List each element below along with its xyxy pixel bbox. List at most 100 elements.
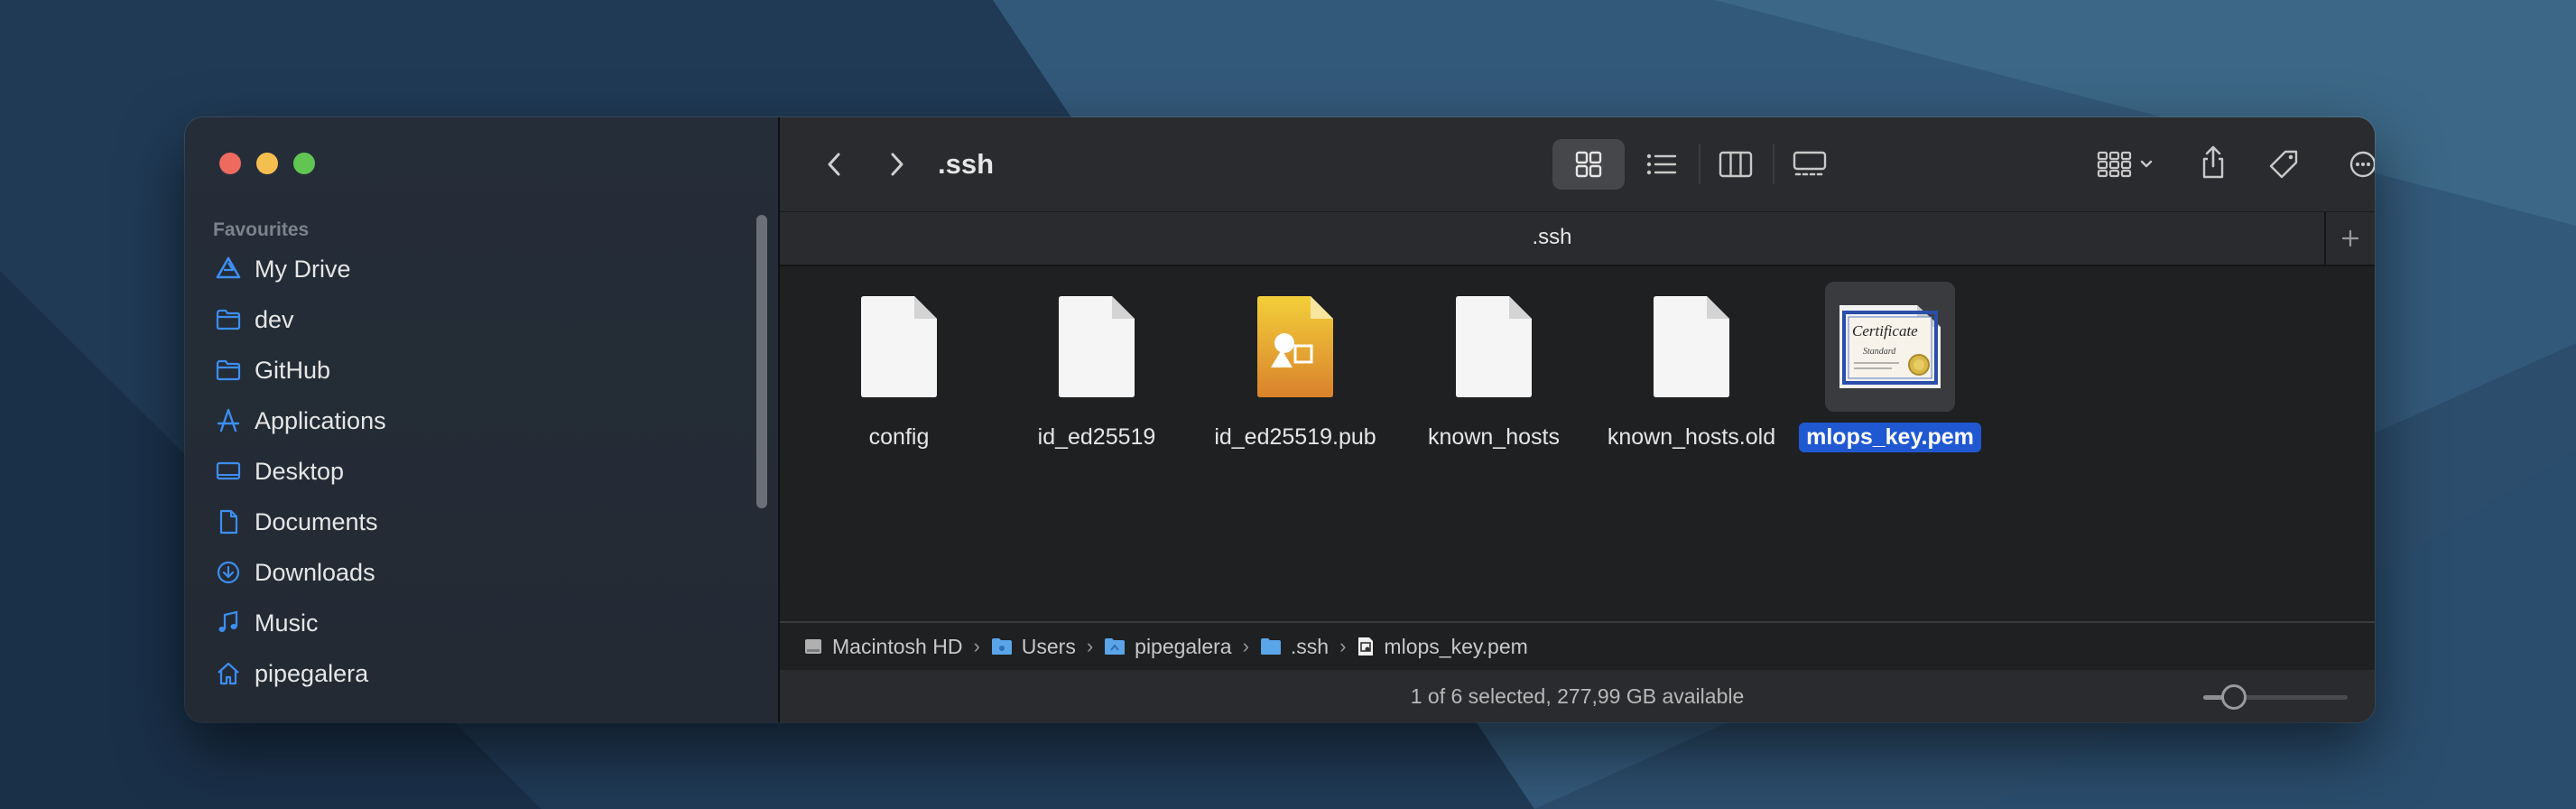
folder-icon <box>991 637 1013 656</box>
file-item[interactable]: known_hosts.old <box>1592 282 1791 452</box>
folder-icon <box>1104 637 1126 656</box>
keynote-file-icon <box>1230 282 1360 412</box>
sidebar-item-documents[interactable]: Documents <box>213 497 386 547</box>
applications-icon <box>213 405 244 436</box>
file-name: id_ed25519 <box>1037 424 1156 450</box>
back-button[interactable] <box>816 144 852 184</box>
path-item[interactable]: .ssh <box>1260 635 1329 659</box>
new-tab-button[interactable] <box>2324 212 2375 265</box>
sidebar-item-label: pipegalera <box>255 659 369 687</box>
google-drive-icon <box>213 254 244 284</box>
file-name: mlops_key.pem <box>1799 423 1981 452</box>
generic-file-icon <box>1032 282 1162 412</box>
generic-file-icon <box>1429 282 1559 412</box>
sidebar-item-label: GitHub <box>255 356 331 384</box>
forward-button[interactable] <box>879 144 915 184</box>
share-icon <box>2202 145 2224 179</box>
status-bar: 1 of 6 selected, 277,99 GB available <box>780 670 2375 722</box>
certificate-subtitle-text: Standard <box>1863 347 1896 357</box>
sidebar-scrollbar[interactable] <box>756 215 767 508</box>
tag-icon <box>2269 150 2298 179</box>
group-button[interactable] <box>2090 139 2166 190</box>
path-item-label: Macintosh HD <box>832 634 963 658</box>
group-icon <box>2097 151 2153 178</box>
path-item[interactable]: Macintosh HD <box>803 635 962 659</box>
minimize-button[interactable] <box>256 153 278 174</box>
certificate-file-icon <box>1357 637 1375 656</box>
sidebar-item-label: My Drive <box>255 255 351 283</box>
file-item[interactable]: id_ed25519.pub <box>1196 282 1395 452</box>
path-separator: › <box>1339 635 1347 657</box>
sidebar-section-title: Favourites <box>213 219 310 240</box>
file-name: known_hosts <box>1428 424 1560 450</box>
generic-file-icon <box>834 282 964 412</box>
more-icon <box>2349 151 2375 178</box>
path-item[interactable]: mlops_key.pem <box>1357 634 1528 659</box>
file-item[interactable]: known_hosts <box>1395 282 1593 452</box>
tab-ssh[interactable]: .ssh <box>780 225 2324 250</box>
path-item-label: Users <box>1021 634 1076 658</box>
sidebar-item-pipegalera[interactable]: pipegalera <box>213 648 386 699</box>
hard-drive-icon <box>803 637 823 656</box>
sidebar-item-music[interactable]: Music <box>213 598 386 648</box>
file-name: id_ed25519.pub <box>1214 424 1376 450</box>
icon-size-slider-thumb[interactable] <box>2220 684 2247 710</box>
column-view-button[interactable] <box>1706 139 1765 190</box>
window-title: .ssh <box>938 148 995 180</box>
sidebar-item-downloads[interactable]: Downloads <box>213 547 386 598</box>
close-button[interactable] <box>219 153 241 174</box>
path-item-label: mlops_key.pem <box>1384 634 1528 658</box>
path-item[interactable]: pipegalera <box>1104 635 1232 659</box>
path-item[interactable]: Users <box>991 635 1076 659</box>
window-controls <box>219 153 315 174</box>
file-item[interactable]: id_ed25519 <box>997 282 1196 452</box>
toolbar: .ssh <box>780 117 2375 211</box>
document-icon <box>213 507 244 537</box>
share-button[interactable] <box>2193 137 2233 188</box>
generic-file-icon <box>1626 282 1756 412</box>
toolbar-separator <box>1699 144 1700 184</box>
list-view-button[interactable] <box>1632 139 1691 190</box>
path-separator: › <box>973 635 980 657</box>
icon-size-slider[interactable] <box>2203 684 2348 710</box>
sidebar-item-label: Documents <box>255 507 378 535</box>
file-item-selected[interactable]: Certificate Standard mlops_key.pem <box>1791 282 1989 452</box>
icon-view-button[interactable] <box>1552 139 1625 190</box>
forward-icon <box>891 153 903 176</box>
file-name: known_hosts.old <box>1607 424 1776 450</box>
desktop-icon <box>213 456 244 487</box>
path-separator: › <box>1086 635 1094 657</box>
folder-icon <box>1260 637 1282 656</box>
sidebar-item-applications[interactable]: Applications <box>213 395 386 446</box>
icon-view-icon <box>1575 151 1602 178</box>
main-pane: .ssh .ssh config id_ed25519 id_ed25519.p… <box>780 117 2375 722</box>
back-icon <box>828 153 840 176</box>
sidebar-item-label: Music <box>255 609 319 637</box>
file-item[interactable]: config <box>800 282 998 452</box>
gallery-view-button[interactable] <box>1780 139 1839 190</box>
gallery-view-icon <box>1793 151 1827 176</box>
tag-button[interactable] <box>2262 139 2305 190</box>
sidebar-item-label: Applications <box>255 406 386 434</box>
folder-icon <box>213 355 244 386</box>
path-item-label: .ssh <box>1290 634 1330 658</box>
certificate-title-text: Certificate <box>1852 322 1918 339</box>
download-icon <box>213 557 244 588</box>
plus-icon <box>2341 229 2359 247</box>
sidebar-item-dev[interactable]: dev <box>213 294 386 345</box>
sidebar-item-desktop[interactable]: Desktop <box>213 446 386 497</box>
folder-icon <box>213 304 244 335</box>
maximize-button[interactable] <box>293 153 315 174</box>
path-separator: › <box>1242 635 1249 657</box>
music-note-icon <box>213 608 244 638</box>
more-button[interactable] <box>2341 139 2375 190</box>
home-icon <box>213 658 244 689</box>
list-view-icon <box>1646 153 1677 175</box>
sidebar-item-label: Desktop <box>255 457 345 485</box>
sidebar-list: My Drive dev GitHub Applications Desktop… <box>213 244 386 699</box>
tab-bar: .ssh <box>780 211 2375 266</box>
sidebar-item-github[interactable]: GitHub <box>213 345 386 395</box>
path-bar: Macintosh HD › Users › pipegalera › .ssh… <box>780 621 2375 670</box>
sidebar-item-my-drive[interactable]: My Drive <box>213 244 386 294</box>
finder-window: Favourites My Drive dev GitHub Applicati… <box>185 117 2375 722</box>
